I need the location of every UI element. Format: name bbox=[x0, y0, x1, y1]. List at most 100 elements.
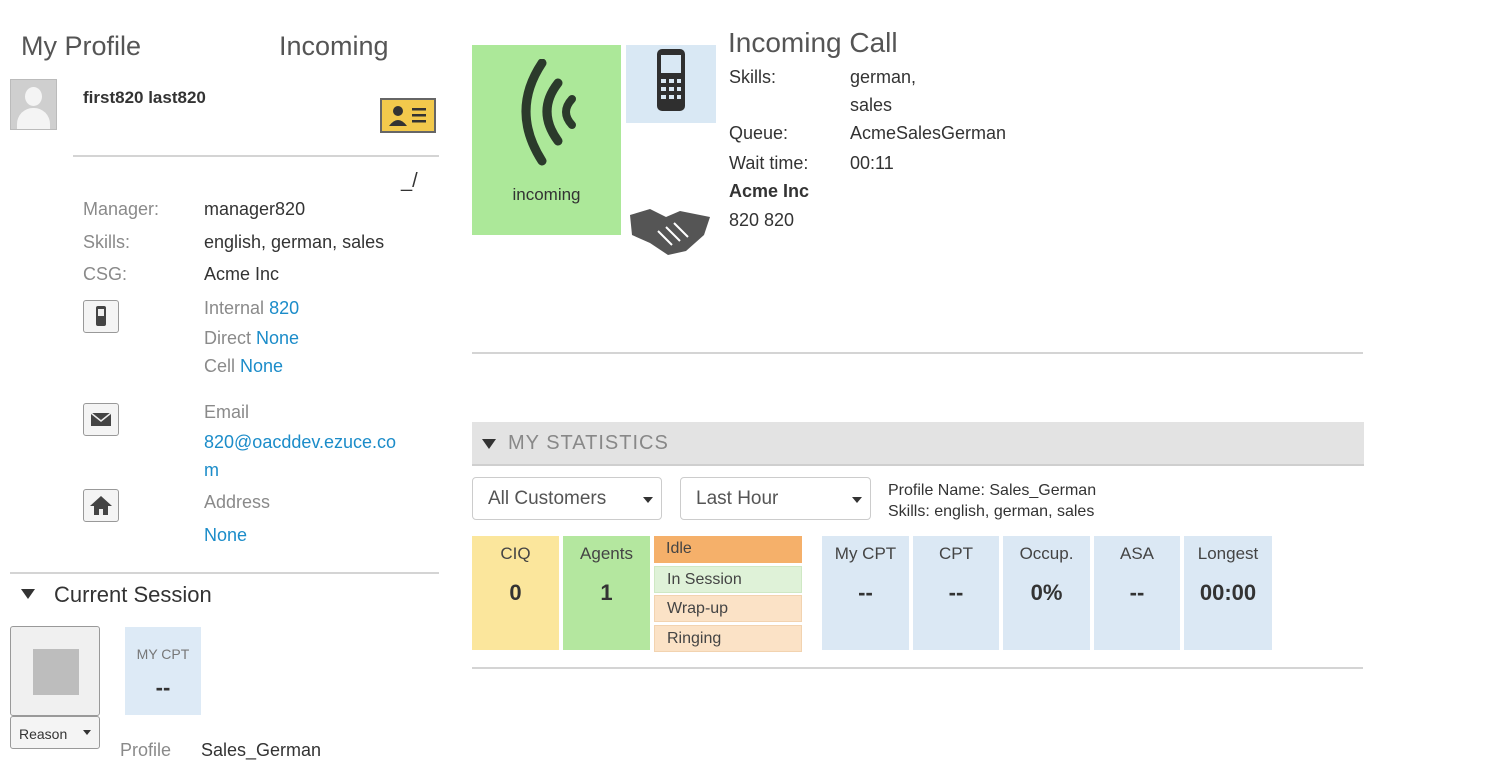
my-statistics-title: MY STATISTICS bbox=[508, 432, 669, 454]
cell-link[interactable]: None bbox=[240, 356, 283, 376]
direct-line: Direct None bbox=[204, 328, 299, 349]
wait-time-label: Wait time: bbox=[729, 153, 809, 173]
state-wrap-up: Wrap-up bbox=[654, 595, 802, 622]
cell-label: Cell bbox=[204, 356, 236, 376]
email-button[interactable] bbox=[83, 403, 119, 436]
state-idle: Idle bbox=[654, 536, 802, 563]
my-cpt-label: My CPT bbox=[834, 544, 897, 563]
skills-value: english, german, sales bbox=[204, 232, 385, 252]
call-skills-value: german, bbox=[850, 67, 917, 87]
stats-divider bbox=[472, 667, 1363, 669]
cpt-tile: CPT -- bbox=[913, 536, 999, 650]
incoming-tab-title[interactable]: Incoming bbox=[279, 31, 389, 62]
my-statistics-header[interactable]: MY STATISTICS bbox=[472, 422, 1364, 466]
my-cpt-tile: My CPT -- bbox=[822, 536, 909, 650]
wait-time-value: 00:11 bbox=[850, 153, 894, 173]
csg-label: CSG: bbox=[83, 264, 128, 284]
home-icon bbox=[90, 496, 112, 515]
direct-label: Direct bbox=[204, 328, 252, 348]
call-skills-value-2: sales bbox=[850, 95, 893, 115]
stats-profile-name: Profile Name: Sales_German bbox=[888, 482, 1097, 499]
ciq-value: 0 bbox=[509, 580, 522, 605]
manager-value: manager820 bbox=[204, 199, 306, 219]
envelope-icon bbox=[90, 412, 112, 426]
manager-label: Manager: bbox=[83, 199, 160, 219]
my-cpt-value: -- bbox=[858, 580, 873, 605]
internal-line: Internal 820 bbox=[204, 298, 299, 319]
call-divider bbox=[472, 352, 1363, 354]
longest-tile: Longest 00:00 bbox=[1184, 536, 1272, 650]
avatar bbox=[10, 79, 57, 130]
address-button[interactable] bbox=[83, 489, 119, 522]
agents-label: Agents bbox=[580, 544, 633, 563]
stats-profile-info: Profile Name: Sales_German Skills: engli… bbox=[888, 480, 1096, 522]
csg-value: Acme Inc bbox=[204, 264, 280, 284]
edit-icon[interactable]: _/ bbox=[401, 170, 418, 193]
direct-link[interactable]: None bbox=[256, 328, 299, 348]
session-divider bbox=[10, 572, 439, 574]
cpt-value: -- bbox=[948, 580, 964, 605]
current-session-title: Current Session bbox=[54, 582, 212, 607]
cell-line: Cell None bbox=[204, 356, 283, 377]
call-skills-label: Skills: bbox=[729, 67, 777, 87]
longest-label: Longest bbox=[1197, 544, 1259, 563]
email-label: Email bbox=[204, 402, 250, 422]
state-toggle-button[interactable] bbox=[10, 626, 100, 716]
stats-profile-skills: Skills: english, german, sales bbox=[888, 503, 1095, 520]
chevron-down-icon bbox=[83, 730, 91, 735]
collapse-stats-icon bbox=[482, 439, 496, 449]
internal-label: Internal bbox=[204, 298, 265, 318]
customer-filter-value: All Customers bbox=[488, 488, 607, 509]
ciq-tile: CIQ 0 bbox=[472, 536, 559, 650]
caller-number: 820 820 bbox=[729, 210, 795, 230]
mobile-phone-icon bbox=[657, 49, 685, 111]
session-mycpt-label: MY CPT bbox=[136, 646, 190, 662]
internal-link[interactable]: 820 bbox=[269, 298, 299, 318]
address-link[interactable]: None bbox=[204, 525, 247, 546]
session-mycpt-value: -- bbox=[155, 675, 171, 700]
time-filter-value: Last Hour bbox=[696, 488, 779, 509]
asa-tile: ASA -- bbox=[1094, 536, 1180, 650]
reason-dropdown[interactable]: Reason bbox=[10, 716, 100, 749]
incoming-tile-label: incoming bbox=[512, 185, 581, 204]
occupancy-tile: Occup. 0% bbox=[1003, 536, 1090, 650]
occupancy-value: 0% bbox=[1030, 580, 1063, 605]
collapse-session-icon[interactable] bbox=[21, 589, 35, 599]
session-profile-label: Profile bbox=[120, 740, 172, 760]
address-label: Address bbox=[204, 492, 271, 512]
reason-label: Reason bbox=[19, 726, 68, 742]
agent-name: first820 last820 bbox=[83, 88, 206, 107]
phone-button[interactable] bbox=[83, 300, 119, 333]
phone-tile[interactable] bbox=[626, 45, 716, 123]
queue-value: AcmeSalesGerman bbox=[850, 123, 1007, 143]
phone-icon bbox=[96, 306, 106, 326]
skills-label: Skills: bbox=[83, 232, 131, 252]
profile-divider bbox=[73, 155, 439, 157]
contact-card-icon[interactable] bbox=[380, 98, 436, 133]
my-profile-title: My Profile bbox=[21, 31, 142, 61]
incoming-call-title: Incoming Call bbox=[728, 27, 898, 58]
session-mycpt-tile: MY CPT -- bbox=[125, 627, 201, 715]
incoming-tile[interactable]: incoming bbox=[472, 45, 621, 235]
state-in-session: In Session bbox=[654, 566, 802, 593]
session-profile-value: Sales_German bbox=[201, 740, 322, 760]
chevron-down-icon bbox=[852, 497, 862, 503]
chevron-down-icon bbox=[643, 497, 653, 503]
asa-value: -- bbox=[1129, 580, 1145, 605]
asa-label: ASA bbox=[1119, 544, 1155, 563]
caller-company: Acme Inc bbox=[729, 181, 810, 201]
longest-value: 00:00 bbox=[1199, 580, 1257, 605]
ringing-icon bbox=[521, 59, 576, 166]
state-ringing: Ringing bbox=[654, 625, 802, 652]
queue-label: Queue: bbox=[729, 123, 789, 143]
email-link-wrap[interactable]: m bbox=[204, 460, 219, 481]
agents-value: 1 bbox=[600, 580, 613, 605]
handshake-icon[interactable] bbox=[628, 205, 712, 257]
occupancy-label: Occup. bbox=[1019, 544, 1074, 563]
customer-filter-select[interactable]: All Customers bbox=[472, 477, 662, 520]
ciq-label: CIQ bbox=[500, 544, 531, 563]
agents-tile: Agents 1 bbox=[563, 536, 650, 650]
email-link[interactable]: 820@oacddev.ezuce.co bbox=[204, 432, 396, 453]
time-filter-select[interactable]: Last Hour bbox=[680, 477, 871, 520]
cpt-label: CPT bbox=[939, 544, 973, 563]
